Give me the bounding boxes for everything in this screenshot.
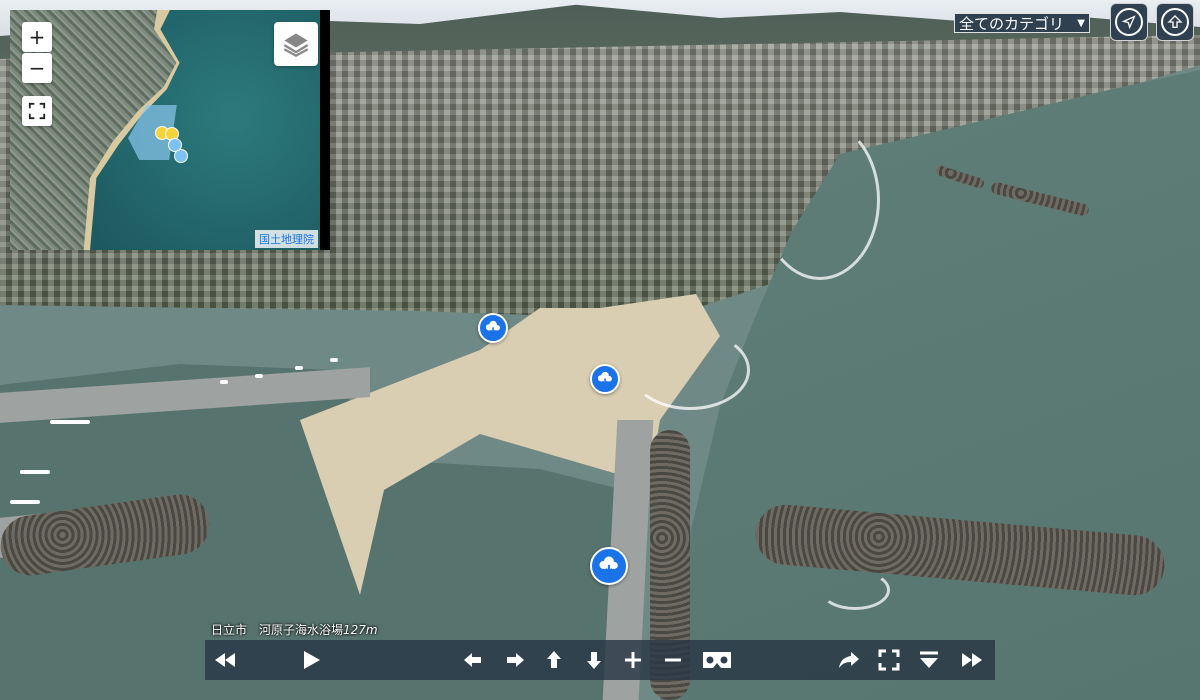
pan-right-button[interactable] bbox=[501, 646, 529, 674]
next-button[interactable] bbox=[958, 646, 986, 674]
map-attribution[interactable]: 国土地理院 bbox=[255, 230, 318, 248]
zoom-out-view-button[interactable] bbox=[659, 646, 687, 674]
share-arrow-icon bbox=[839, 652, 859, 668]
locate-button[interactable] bbox=[1110, 3, 1148, 41]
arrow-right-icon bbox=[507, 653, 524, 667]
up-arrow-circle-icon bbox=[1167, 15, 1183, 28]
vr-button[interactable] bbox=[699, 646, 735, 674]
home-circle bbox=[1161, 8, 1189, 36]
minimap-marker[interactable] bbox=[174, 149, 188, 163]
fast-rewind-icon bbox=[215, 653, 235, 667]
fullscreen-button[interactable] bbox=[875, 646, 903, 674]
layers-icon bbox=[283, 33, 309, 57]
minimap[interactable]: + − 国土地理院 bbox=[10, 10, 330, 250]
boat bbox=[255, 374, 263, 378]
zoom-in-view-button[interactable] bbox=[619, 646, 647, 674]
minimap-edge bbox=[320, 10, 330, 250]
boat bbox=[330, 358, 338, 362]
category-select[interactable]: 全てのカテゴリ ▼ bbox=[954, 13, 1090, 33]
surf-line bbox=[820, 570, 890, 610]
cloud-download-icon bbox=[485, 320, 500, 334]
arrow-down-icon bbox=[587, 652, 601, 669]
location-distance: 127m bbox=[343, 623, 378, 637]
arrow-left-icon bbox=[464, 653, 481, 667]
boat bbox=[220, 380, 228, 384]
panorama-marker[interactable] bbox=[590, 547, 628, 585]
location-name: 日立市 河原子海水浴場 bbox=[211, 623, 344, 637]
zoom-out-button[interactable]: − bbox=[22, 53, 52, 83]
fullscreen-map-button[interactable] bbox=[22, 96, 52, 126]
location-caption: 日立市 河原子海水浴場127m bbox=[211, 621, 378, 638]
play-button[interactable] bbox=[297, 646, 325, 674]
menu-collapse-button[interactable] bbox=[915, 646, 943, 674]
pan-left-button[interactable] bbox=[459, 646, 487, 674]
fast-forward-icon bbox=[962, 653, 982, 667]
play-icon bbox=[304, 651, 320, 669]
fullscreen-icon bbox=[878, 649, 900, 671]
boat bbox=[50, 420, 90, 424]
boat bbox=[20, 470, 50, 474]
panorama-marker[interactable] bbox=[590, 364, 620, 394]
vr-headset-icon bbox=[703, 652, 731, 668]
chevron-down-menu-icon bbox=[920, 651, 938, 668]
arrow-up-icon bbox=[547, 651, 561, 668]
minus-icon bbox=[665, 658, 681, 662]
pan-down-button[interactable] bbox=[580, 646, 608, 674]
layers-button[interactable] bbox=[274, 22, 318, 66]
boat bbox=[10, 500, 40, 504]
navigation-arrow-icon bbox=[1121, 15, 1136, 30]
surf-line bbox=[630, 330, 750, 410]
player-toolbar bbox=[205, 640, 995, 680]
cloud-download-icon bbox=[599, 556, 618, 574]
plus-icon bbox=[625, 652, 641, 668]
share-button[interactable] bbox=[835, 646, 863, 674]
home-button[interactable] bbox=[1156, 3, 1194, 41]
panorama-viewer[interactable]: + − 国土地理院 全てのカテゴリ ▼ 日立市 河原子海水浴場127m bbox=[0, 0, 1200, 700]
dropdown-arrow-icon: ▼ bbox=[1077, 18, 1085, 29]
cloud-download-icon bbox=[597, 371, 612, 385]
zoom-in-button[interactable]: + bbox=[22, 22, 52, 52]
fullscreen-icon bbox=[28, 102, 46, 120]
panorama-marker[interactable] bbox=[478, 313, 508, 343]
navigation-circle bbox=[1115, 8, 1143, 36]
previous-button[interactable] bbox=[211, 646, 239, 674]
boat bbox=[295, 366, 303, 370]
pan-up-button[interactable] bbox=[540, 646, 568, 674]
surf-line bbox=[760, 120, 880, 280]
category-selected-value: 全てのカテゴリ bbox=[959, 15, 1065, 33]
